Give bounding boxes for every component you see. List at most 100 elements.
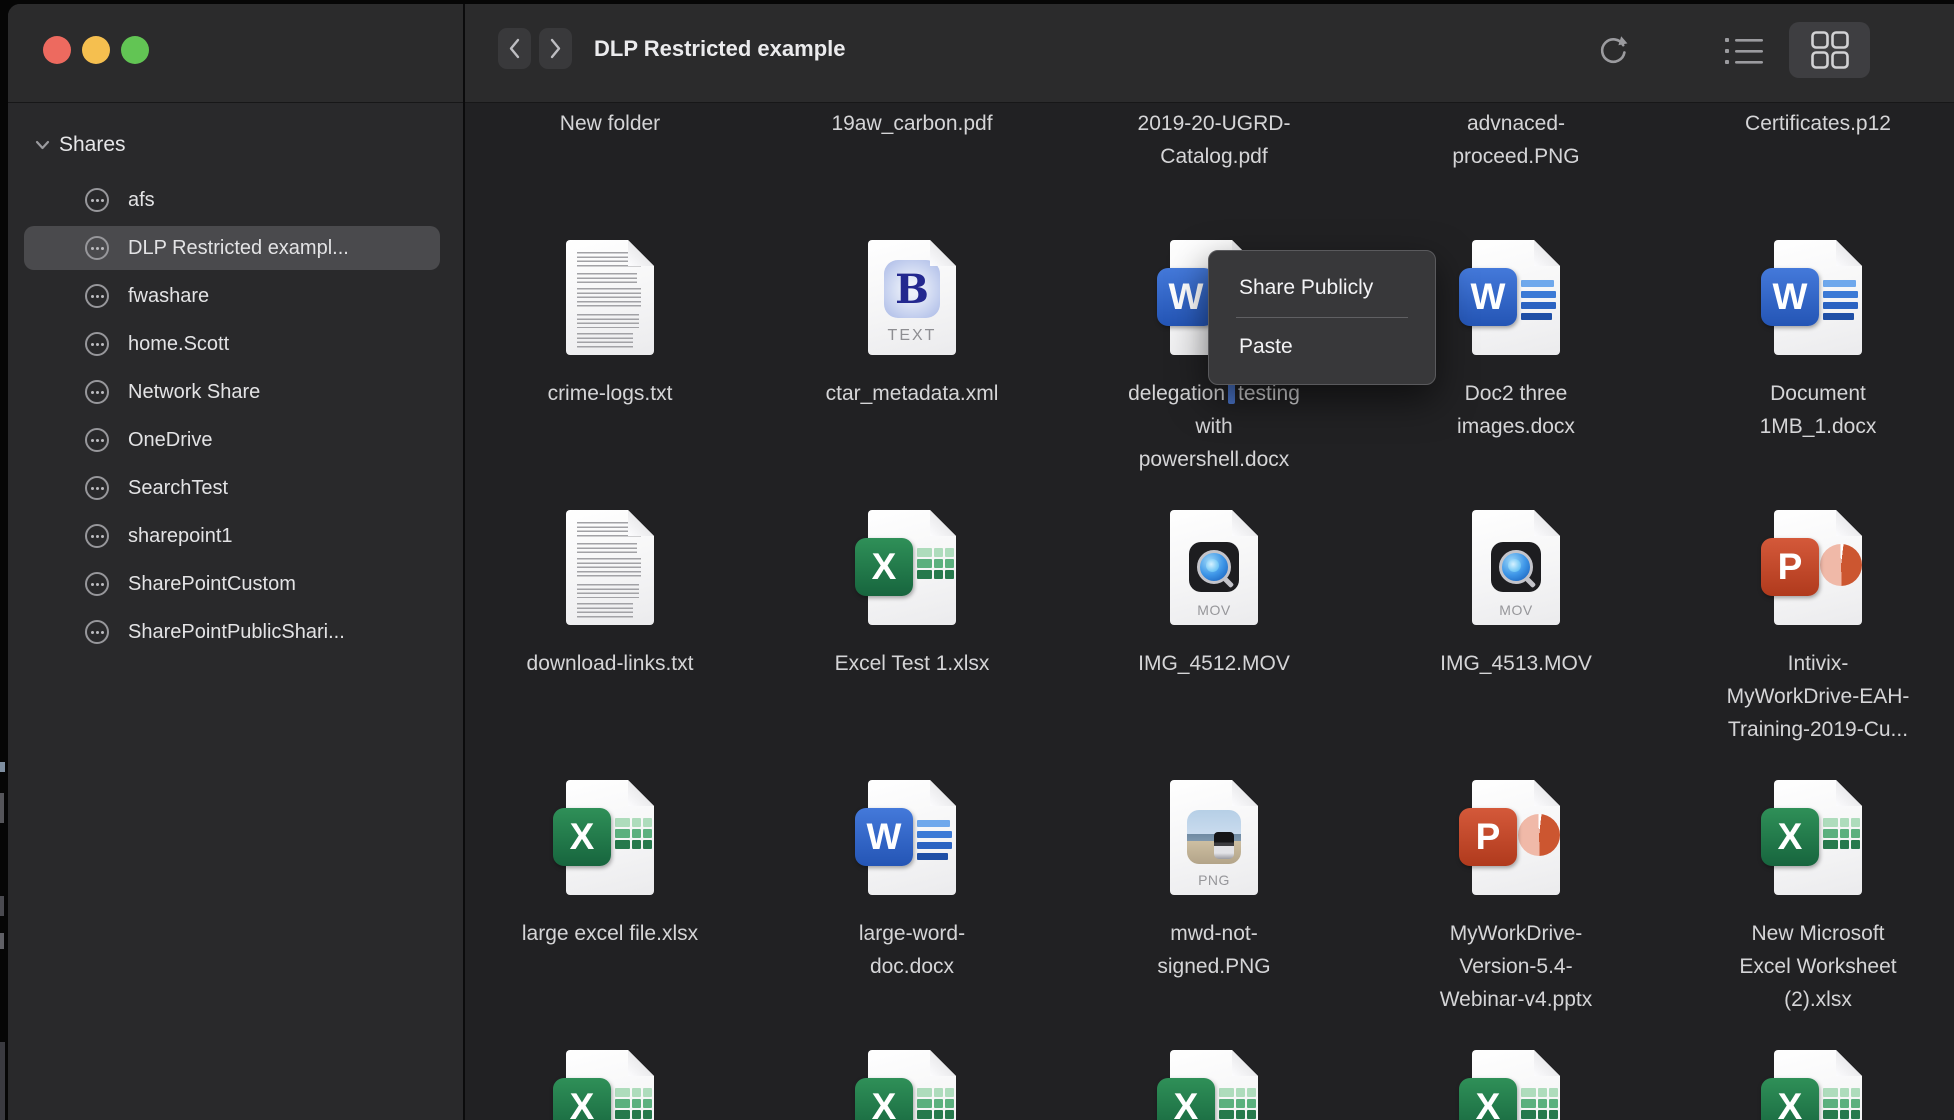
word-text-lines: [1823, 280, 1858, 320]
zoom-button[interactable]: [121, 36, 149, 64]
file-icon-slot: X: [1667, 780, 1954, 895]
file-icon-slot: P: [1667, 510, 1954, 625]
file-label-line: signed.PNG: [1157, 950, 1270, 983]
file-label-line: download-links.txt: [527, 647, 694, 680]
file-item-large-word-doc.docx[interactable]: Wlarge-word-doc.docx: [761, 780, 1063, 1016]
list-view-button[interactable]: [1722, 34, 1766, 68]
close-button[interactable]: [43, 36, 71, 64]
file-icon-docx: W: [868, 780, 956, 895]
sidebar-item-sharepointcustom[interactable]: SharePointCustom: [24, 562, 440, 606]
file-item-new-folder[interactable]: New folder: [465, 103, 761, 173]
file-label-line: MyWorkDrive-EAH-: [1727, 680, 1910, 713]
context-menu-item-paste[interactable]: Paste: [1209, 321, 1435, 373]
excel-badge-icon: X: [855, 1078, 913, 1120]
file-item-mwd-not-signed.png[interactable]: PNGmwd-not-signed.PNG: [1063, 780, 1365, 1016]
file-item-new-microsoft-excel-worksheet-2-.xlsx[interactable]: XNew MicrosoftExcel Worksheet(2).xlsx: [1667, 780, 1954, 1016]
back-button[interactable]: [498, 28, 531, 69]
background-window-fragment: [0, 896, 4, 916]
file-item-download-links.txt[interactable]: download-links.txt: [465, 510, 761, 746]
image-preview-thumbnail: [1187, 810, 1241, 864]
file-label-line: large excel file.xlsx: [522, 917, 698, 950]
grid-view-button[interactable]: [1789, 22, 1870, 78]
file-item-large-excel-file.xlsx[interactable]: Xlarge excel file.xlsx: [465, 780, 761, 1016]
sidebar-item-searchtest[interactable]: SearchTest: [24, 466, 440, 510]
file-label-text: delegation: [1128, 382, 1225, 405]
menu-divider: [1236, 317, 1408, 318]
file-item-ctar-metadata.xml[interactable]: BTEXTctar_metadata.xml: [761, 240, 1063, 476]
share-circle-icon: [85, 620, 109, 644]
file-icon-slot: MOV: [1063, 510, 1365, 625]
excel-badge-icon: X: [855, 538, 913, 596]
file-item[interactable]: X: [761, 1050, 1063, 1120]
file-label: Document1MB_1.docx: [1760, 377, 1877, 443]
file-label-line: IMG_4513.MOV: [1440, 647, 1592, 680]
file-item-crime-logs.txt[interactable]: crime-logs.txt: [465, 240, 761, 476]
sidebar-item-fwashare[interactable]: fwashare: [24, 274, 440, 318]
file-item-2019-20-ugrd-catalog.pdf[interactable]: 2019-20-UGRD-Catalog.pdf: [1063, 103, 1365, 173]
page-fold: [930, 510, 956, 536]
refresh-icon: [1595, 33, 1631, 69]
file-item-advnaced-proceed.png[interactable]: advnaced-proceed.PNG: [1365, 103, 1667, 173]
file-label-line: Intivix-: [1727, 647, 1910, 680]
file-item-img-4513.mov[interactable]: MOV IMG_4513.MOV: [1365, 510, 1667, 746]
file-item-myworkdrive-version-5.4-webinar-v4.pptx[interactable]: PMyWorkDrive-Version-5.4-Webinar-v4.pptx: [1365, 780, 1667, 1016]
share-circle-icon: [85, 332, 109, 356]
share-circle-icon: [85, 476, 109, 500]
sidebar-item-label: Network Share: [128, 381, 260, 404]
background-window-fragment: [0, 933, 4, 949]
file-icon-xlsx: X: [566, 1050, 654, 1120]
file-item-certificates.p12[interactable]: Certificates.p12: [1667, 103, 1954, 173]
file-icon-slot: W: [1667, 240, 1954, 355]
chevron-right-icon: [549, 38, 562, 59]
powerpoint-badge-icon: P: [1459, 808, 1517, 866]
file-item-excel-test-1.xlsx[interactable]: X Excel Test 1.xlsx: [761, 510, 1063, 746]
page-fold: [930, 240, 956, 266]
page-fold: [1534, 780, 1560, 806]
context-menu: Share Publicly Paste: [1208, 250, 1436, 385]
file-label-line: powershell.docx: [1128, 443, 1300, 476]
page-fold: [628, 1050, 654, 1076]
file-icon-slot: X: [1365, 1050, 1667, 1120]
file-icon-slot: W: [761, 780, 1063, 895]
file-item-document-1mb-1.docx[interactable]: W Document1MB_1.docx: [1667, 240, 1954, 476]
file-label-line: images.docx: [1457, 410, 1575, 443]
sidebar-item-sharepointpublicshari-[interactable]: SharePointPublicShari...: [24, 610, 440, 654]
file-label: 2019-20-UGRD-Catalog.pdf: [1138, 107, 1291, 173]
file-item-19aw-carbon.pdf[interactable]: 19aw_carbon.pdf: [761, 103, 1063, 173]
file-grid-row: XXXXX: [465, 1050, 1954, 1120]
forward-button[interactable]: [539, 28, 572, 69]
minimize-button[interactable]: [82, 36, 110, 64]
file-item[interactable]: X: [465, 1050, 761, 1120]
file-label-line: Catalog.pdf: [1138, 140, 1291, 173]
file-label-line: mwd-not-: [1157, 917, 1270, 950]
powerpoint-badge-icon: P: [1761, 538, 1819, 596]
file-item[interactable]: X: [1365, 1050, 1667, 1120]
file-icon-slot: X: [761, 1050, 1063, 1120]
background-window-fragment: [0, 1042, 5, 1120]
sidebar-item-home-scott[interactable]: home.Scott: [24, 322, 440, 366]
shares-section-header[interactable]: Shares: [35, 133, 126, 157]
file-item[interactable]: X: [1667, 1050, 1954, 1120]
sidebar-item-afs[interactable]: afs: [24, 178, 440, 222]
sidebar-item-sharepoint1[interactable]: sharepoint1: [24, 514, 440, 558]
sidebar-item-network-share[interactable]: Network Share: [24, 370, 440, 414]
page-fold: [1836, 780, 1862, 806]
file-label: Excel Test 1.xlsx: [835, 647, 990, 680]
file-label: IMG_4513.MOV: [1440, 647, 1592, 680]
sidebar-content-divider: [463, 4, 465, 1120]
file-item-intivix-myworkdrive-eah-training-2019-cu...[interactable]: PIntivix-MyWorkDrive-EAH-Training-2019-C…: [1667, 510, 1954, 746]
bbedit-b-icon: B: [884, 260, 940, 318]
refresh-button[interactable]: [1594, 31, 1632, 71]
sidebar-item-dlp-restricted-exampl-[interactable]: DLP Restricted exampl...: [24, 226, 440, 270]
file-label-line: Version-5.4-: [1440, 950, 1593, 983]
mov-type-label: MOV: [1472, 602, 1560, 618]
chevron-down-icon[interactable]: [35, 140, 50, 150]
word-text-lines: [917, 820, 952, 860]
file-icon-txt: [566, 240, 654, 355]
excel-badge-icon: X: [553, 1078, 611, 1120]
file-item-img-4512.mov[interactable]: MOVIMG_4512.MOV: [1063, 510, 1365, 746]
file-item[interactable]: X: [1063, 1050, 1365, 1120]
file-label-line: 2019-20-UGRD-: [1138, 107, 1291, 140]
sidebar-item-onedrive[interactable]: OneDrive: [24, 418, 440, 462]
context-menu-item-share-publicly[interactable]: Share Publicly: [1209, 262, 1435, 314]
